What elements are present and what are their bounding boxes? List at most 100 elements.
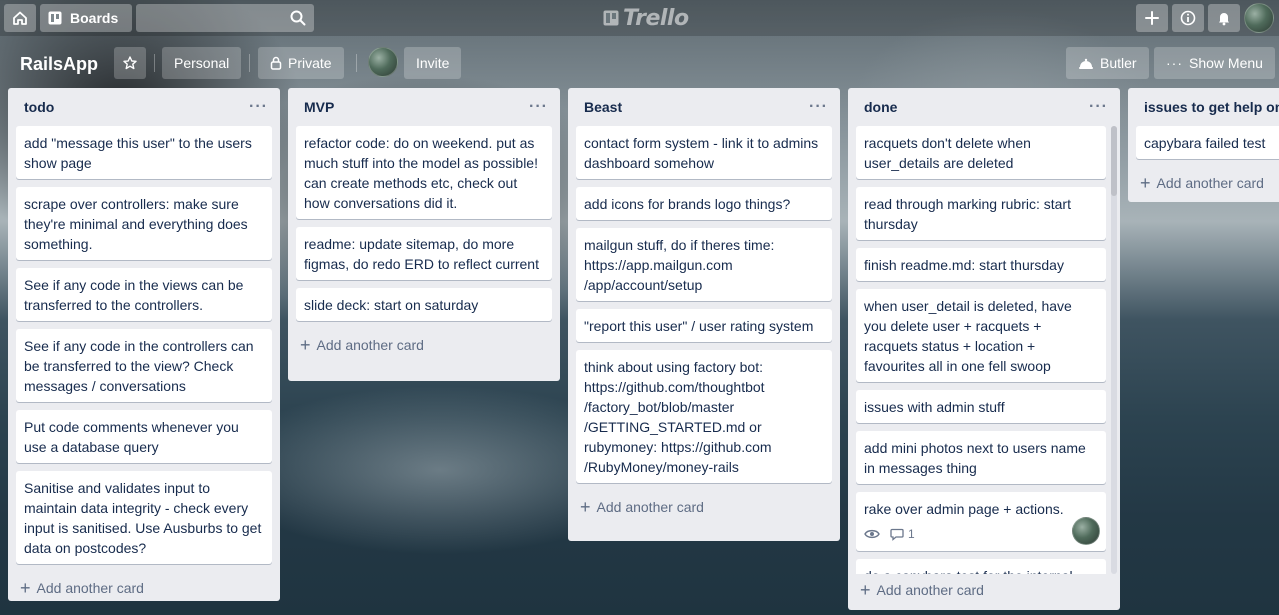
- list-issues[interactable]: issues to get help on capybara failed te…: [1128, 88, 1279, 202]
- personal-label: Personal: [174, 55, 230, 71]
- list-title[interactable]: todo: [24, 99, 54, 115]
- list-header[interactable]: todo ···: [16, 88, 272, 126]
- add-card-button[interactable]: + Add another card: [576, 491, 832, 523]
- list-menu-icon[interactable]: ···: [249, 98, 268, 116]
- list-beast[interactable]: Beast ··· contact form system - link it …: [568, 88, 840, 541]
- trello-logo[interactable]: Trello: [603, 5, 689, 31]
- card-badges: 1: [864, 523, 1098, 545]
- list-header[interactable]: done ···: [856, 88, 1112, 126]
- boards-icon: [48, 11, 62, 25]
- comment-icon: [890, 528, 904, 541]
- add-card-label: Add another card: [1156, 175, 1264, 191]
- list-menu-icon[interactable]: ···: [1089, 98, 1108, 116]
- trello-logo-icon: [603, 10, 619, 26]
- card[interactable]: issues with admin stuff: [856, 390, 1106, 423]
- card[interactable]: "report this user" / user rating system: [576, 309, 832, 342]
- card[interactable]: slide deck: start on saturday: [296, 288, 552, 321]
- list-title[interactable]: done: [864, 99, 897, 115]
- card[interactable]: scrape over controllers: make sure they'…: [16, 187, 272, 260]
- list-header[interactable]: MVP ···: [296, 88, 552, 126]
- home-button[interactable]: [4, 4, 36, 32]
- show-menu-label: Show Menu: [1189, 55, 1263, 71]
- list-header[interactable]: Beast ···: [576, 88, 832, 126]
- plus-icon: +: [20, 578, 31, 598]
- board-member-avatar[interactable]: [368, 47, 398, 77]
- plus-icon: [1145, 11, 1159, 25]
- list-mvp[interactable]: MVP ··· refactor code: do on weekend. pu…: [288, 88, 560, 381]
- card[interactable]: Put code comments whenever you use a dat…: [16, 410, 272, 463]
- visibility-button[interactable]: Private: [258, 47, 344, 79]
- list-done[interactable]: done ··· racquets don't delete when user…: [848, 88, 1120, 610]
- add-card-label: Add another card: [596, 499, 704, 515]
- more-icon: ···: [1166, 55, 1183, 71]
- plus-icon: +: [580, 497, 591, 517]
- show-menu-button[interactable]: ··· Show Menu: [1154, 47, 1275, 79]
- card[interactable]: add mini photos next to users name in me…: [856, 431, 1106, 484]
- scrollbar-thumb[interactable]: [1111, 126, 1117, 196]
- list-title[interactable]: MVP: [304, 99, 334, 115]
- search-icon: [290, 10, 306, 26]
- list-header[interactable]: issues to get help on: [1136, 88, 1279, 126]
- create-button[interactable]: [1136, 4, 1168, 32]
- member-avatar[interactable]: [1244, 3, 1274, 33]
- board-title[interactable]: RailsApp: [12, 48, 106, 80]
- add-card-button[interactable]: + Add another card: [296, 329, 552, 361]
- add-card-label: Add another card: [316, 337, 424, 353]
- eye-icon: [864, 529, 880, 539]
- list-title[interactable]: issues to get help on: [1144, 99, 1279, 115]
- card[interactable]: refactor code: do on weekend. put as muc…: [296, 126, 552, 219]
- divider: [356, 54, 357, 72]
- card[interactable]: rake over admin page + actions. 1: [856, 492, 1106, 551]
- card[interactable]: add "message this user" to the users sho…: [16, 126, 272, 179]
- list-menu-icon[interactable]: ···: [529, 98, 548, 116]
- invite-button[interactable]: Invite: [404, 47, 462, 79]
- card[interactable]: contact form system - link it to admins …: [576, 126, 832, 179]
- divider: [249, 54, 250, 72]
- invite-label: Invite: [416, 55, 450, 71]
- card[interactable]: when user_detail is deleted, have you de…: [856, 289, 1106, 382]
- search-input[interactable]: [136, 4, 314, 32]
- plus-icon: +: [860, 580, 871, 600]
- add-card-button[interactable]: + Add another card: [856, 574, 1112, 606]
- card[interactable]: readme: update sitemap, do more figmas, …: [296, 227, 552, 280]
- add-card-label: Add another card: [36, 580, 144, 596]
- card[interactable]: read through marking rubric: start thurs…: [856, 187, 1106, 240]
- boards-label: Boards: [70, 10, 119, 26]
- card[interactable]: See if any code in the controllers can b…: [16, 329, 272, 402]
- info-icon: [1180, 10, 1196, 26]
- comment-count: 1: [908, 527, 915, 541]
- team-button[interactable]: Personal: [162, 47, 242, 79]
- card[interactable]: add icons for brands logo things?: [576, 187, 832, 220]
- card[interactable]: think about using factory bot: https://g…: [576, 350, 832, 483]
- butler-button[interactable]: Butler: [1066, 47, 1149, 79]
- card[interactable]: mailgun stuff, do if theres time: https:…: [576, 228, 832, 301]
- card[interactable]: do a capybara test for the internal: [856, 559, 1106, 574]
- list-menu-icon[interactable]: ···: [809, 98, 828, 116]
- plus-icon: +: [300, 335, 311, 355]
- list-title[interactable]: Beast: [584, 99, 622, 115]
- logo-text: Trello: [623, 5, 689, 31]
- list-todo[interactable]: todo ··· add "message this user" to the …: [8, 88, 280, 601]
- add-card-button[interactable]: + Add another card: [16, 572, 272, 604]
- butler-label: Butler: [1100, 55, 1137, 71]
- add-card-button[interactable]: + Add another card: [1136, 167, 1279, 199]
- card[interactable]: Sanitise and validates input to maintain…: [16, 471, 272, 564]
- notifications-button[interactable]: [1208, 4, 1240, 32]
- card[interactable]: See if any code in the views can be tran…: [16, 268, 272, 321]
- butler-icon: [1079, 58, 1093, 69]
- top-bar: Boards Trello: [0, 0, 1279, 36]
- star-button[interactable]: [114, 47, 146, 79]
- card[interactable]: finish readme.md: start thursday: [856, 248, 1106, 281]
- card[interactable]: racquets don't delete when user_details …: [856, 126, 1106, 179]
- add-card-label: Add another card: [876, 582, 984, 598]
- lock-icon: [270, 56, 282, 70]
- private-label: Private: [288, 55, 332, 71]
- card-title: rake over admin page + actions.: [864, 501, 1064, 517]
- comment-badge: 1: [890, 524, 915, 544]
- info-button[interactable]: [1172, 4, 1204, 32]
- boards-button[interactable]: Boards: [40, 4, 132, 32]
- list-cards-scroll[interactable]: racquets don't delete when user_details …: [856, 126, 1112, 574]
- card[interactable]: capybara failed test: [1136, 126, 1279, 159]
- card-member-avatar[interactable]: [1072, 517, 1100, 545]
- star-icon: [123, 56, 137, 70]
